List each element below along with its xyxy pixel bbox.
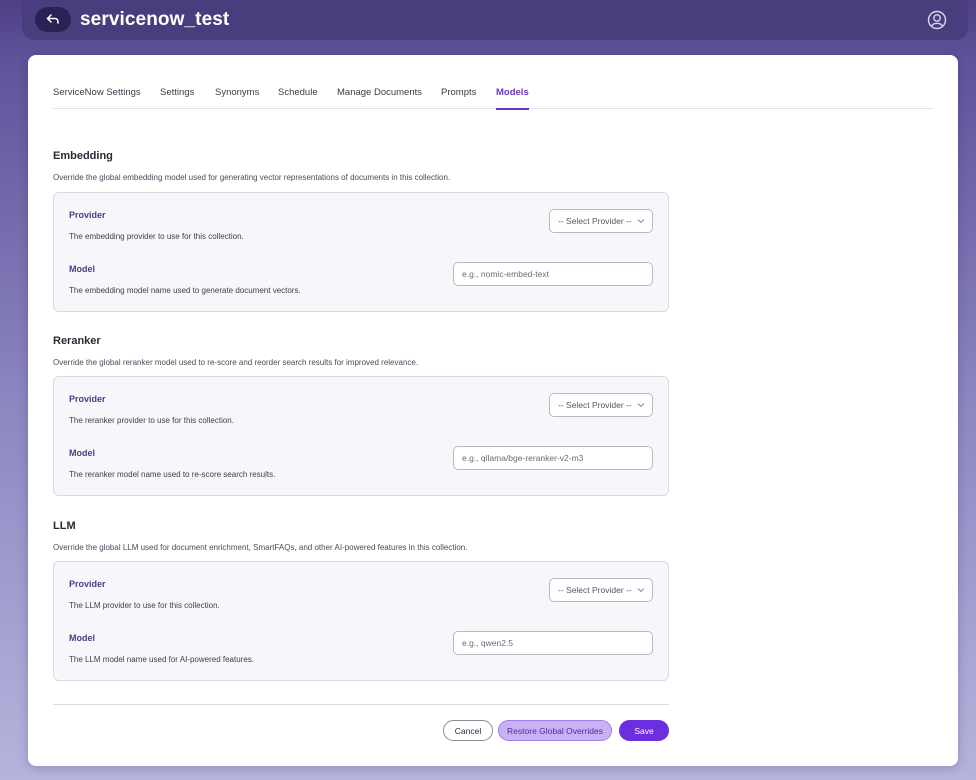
llm-model-input[interactable]: [453, 631, 653, 655]
tab-schedule[interactable]: Schedule: [278, 87, 318, 108]
llm-section-description: Override the global LLM used for documen…: [53, 543, 468, 552]
tab-models[interactable]: Models: [496, 87, 529, 110]
llm-section-title: LLM: [53, 520, 76, 532]
tab-prompts[interactable]: Prompts: [441, 87, 476, 108]
reranker-model-input[interactable]: [453, 446, 653, 470]
restore-global-overrides-button[interactable]: Restore Global Overrides: [498, 720, 612, 741]
tab-bar: ServiceNow Settings Settings Synonyms Sc…: [53, 55, 933, 110]
embedding-model-label: Model: [69, 264, 95, 274]
embedding-provider-select[interactable]: -- Select Provider --: [549, 209, 653, 233]
chevron-down-icon: [637, 588, 645, 593]
embedding-section-title: Embedding: [53, 150, 113, 162]
embedding-provider-help: The embedding provider to use for this c…: [69, 232, 244, 241]
embedding-section-description: Override the global embedding model used…: [53, 173, 451, 182]
reranker-provider-select[interactable]: -- Select Provider --: [549, 393, 653, 417]
tab-synonyms[interactable]: Synonyms: [215, 87, 259, 108]
save-button[interactable]: Save: [619, 720, 669, 741]
embedding-model-help: The embedding model name used to generat…: [69, 286, 301, 295]
embedding-provider-label: Provider: [69, 210, 106, 220]
reranker-provider-help: The reranker provider to use for this co…: [69, 416, 234, 425]
reranker-provider-value: -- Select Provider --: [558, 400, 632, 410]
llm-provider-value: -- Select Provider --: [558, 585, 632, 595]
chevron-down-icon: [637, 219, 645, 224]
llm-model-help: The LLM model name used for AI-powered f…: [69, 655, 254, 664]
back-arrow-icon: [46, 13, 59, 24]
tab-manage-documents[interactable]: Manage Documents: [337, 87, 422, 108]
cancel-button[interactable]: Cancel: [443, 720, 493, 741]
top-bar: servicenow_test: [22, 0, 968, 40]
reranker-model-label: Model: [69, 448, 95, 458]
llm-provider-label: Provider: [69, 579, 106, 589]
back-button[interactable]: [35, 7, 71, 32]
footer-divider: [53, 704, 669, 705]
reranker-model-help: The reranker model name used to re-score…: [69, 470, 276, 479]
reranker-section-description: Override the global reranker model used …: [53, 358, 419, 367]
llm-panel: Provider The LLM provider to use for thi…: [53, 561, 669, 681]
llm-provider-help: The LLM provider to use for this collect…: [69, 601, 220, 610]
reranker-section-title: Reranker: [53, 335, 101, 347]
tab-servicenow-settings[interactable]: ServiceNow Settings: [53, 87, 141, 108]
user-circle-icon[interactable]: [927, 10, 947, 30]
llm-provider-select[interactable]: -- Select Provider --: [549, 578, 653, 602]
embedding-model-input[interactable]: [453, 262, 653, 286]
page-title: servicenow_test: [80, 9, 230, 30]
chevron-down-icon: [637, 403, 645, 408]
embedding-provider-value: -- Select Provider --: [558, 216, 632, 226]
embedding-panel: Provider The embedding provider to use f…: [53, 192, 669, 312]
llm-model-label: Model: [69, 633, 95, 643]
settings-card: ServiceNow Settings Settings Synonyms Sc…: [28, 55, 958, 766]
reranker-provider-label: Provider: [69, 394, 106, 404]
tab-settings[interactable]: Settings: [160, 87, 194, 108]
reranker-panel: Provider The reranker provider to use fo…: [53, 376, 669, 496]
